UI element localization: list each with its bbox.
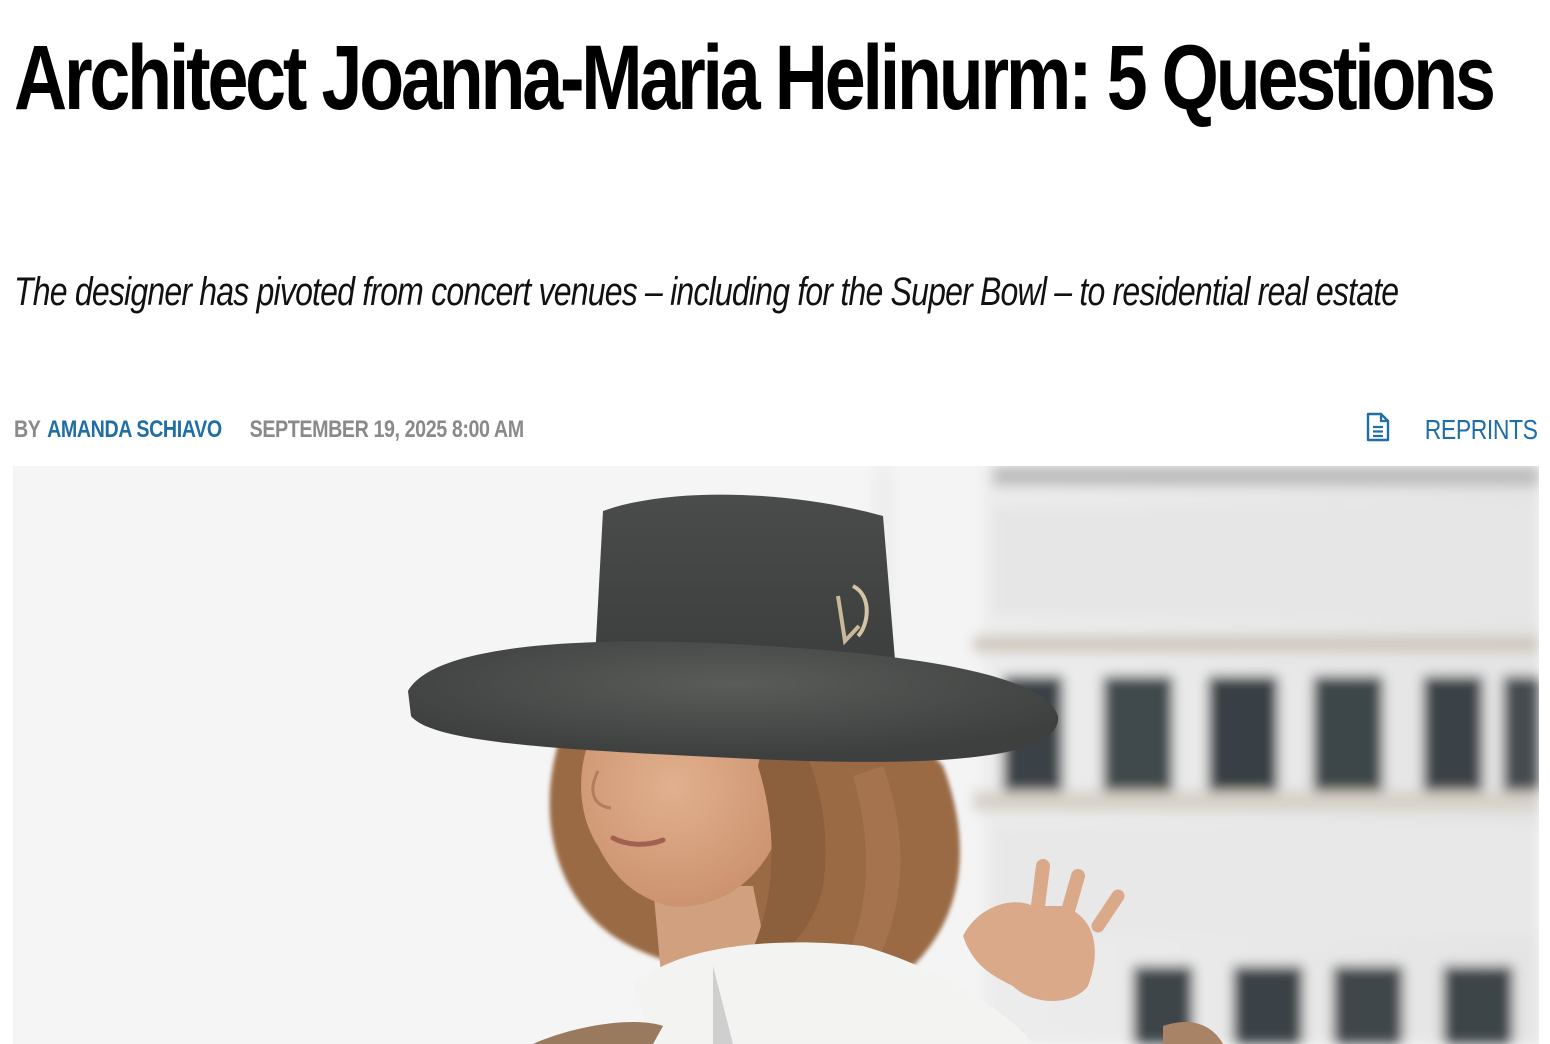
reprints-link[interactable]: REPRINTS <box>1366 412 1538 449</box>
byline: BY AMANDA SCHIAVO SEPTEMBER 19, 2025 8:0… <box>14 416 524 444</box>
reprints-label: REPRINTS <box>1425 414 1538 445</box>
article-page: Architect Joanna-Maria Helinurm: 5 Quest… <box>0 0 1550 1044</box>
article-headline: Architect Joanna-Maria Helinurm: 5 Quest… <box>14 27 1496 129</box>
hero-photo <box>13 466 1539 1044</box>
document-icon <box>1366 412 1390 449</box>
publish-date: SEPTEMBER 19, 2025 8:00 AM <box>249 416 524 443</box>
byline-prefix: BY <box>14 416 41 443</box>
portrait-illustration <box>13 466 1539 1044</box>
author-link[interactable]: AMANDA SCHIAVO <box>47 416 222 444</box>
byline-row: BY AMANDA SCHIAVO SEPTEMBER 19, 2025 8:0… <box>14 412 1538 448</box>
article-dek: The designer has pivoted from concert ve… <box>14 270 1399 314</box>
